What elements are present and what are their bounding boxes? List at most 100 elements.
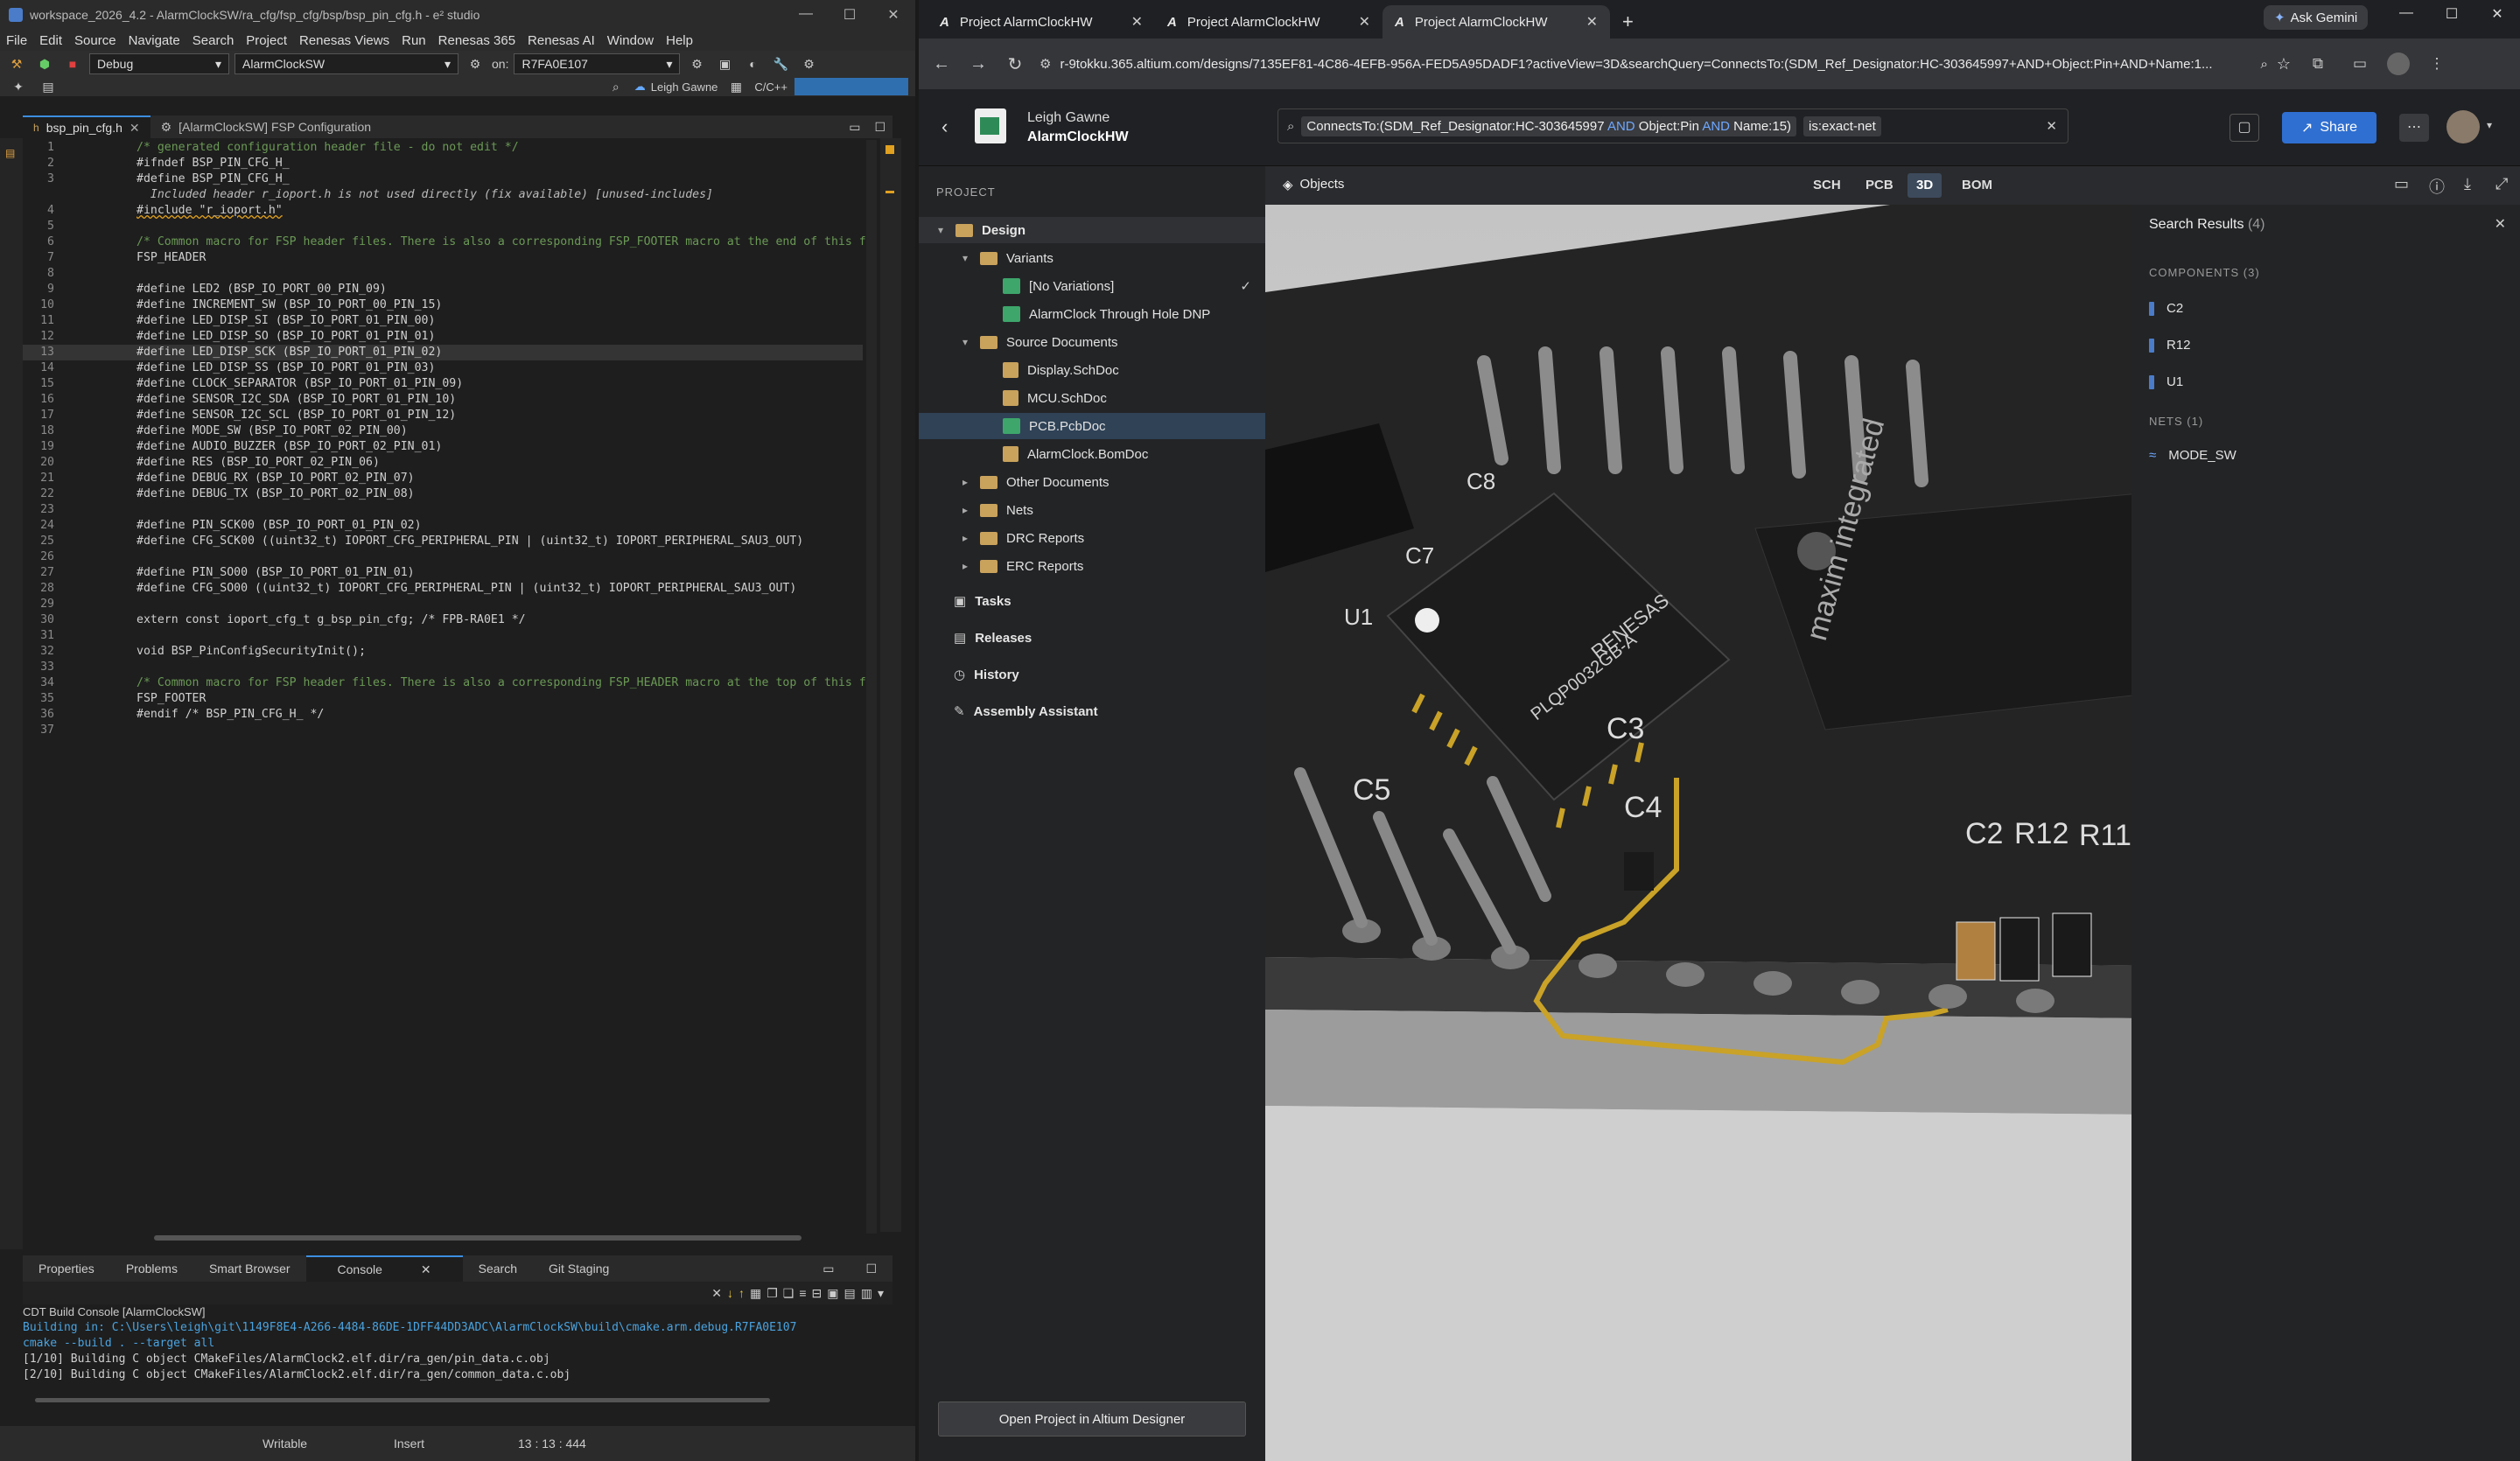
maximize-icon[interactable]: ☐ xyxy=(2429,5,2474,23)
nav-tasks[interactable]: ▣ Tasks xyxy=(954,588,1012,614)
result-component-c2[interactable]: C2 xyxy=(2149,301,2183,316)
warning-marker[interactable] xyxy=(886,191,894,193)
view-sch[interactable]: SCH xyxy=(1804,173,1850,198)
display-console-icon[interactable]: ▣ xyxy=(827,1286,838,1301)
profile-avatar[interactable] xyxy=(2387,52,2410,75)
site-info-icon[interactable]: ⚙ xyxy=(1040,56,1051,72)
close-tab-icon[interactable]: ✕ xyxy=(1359,13,1370,31)
chevron-down-icon[interactable]: ▾ xyxy=(934,224,947,236)
clear-search-icon[interactable]: ✕ xyxy=(2046,118,2057,134)
download-icon[interactable]: ⤓ xyxy=(2464,175,2471,193)
capacitor-c3[interactable] xyxy=(1624,852,1654,891)
close-icon[interactable]: ✕ xyxy=(2474,5,2520,23)
result-component-r12[interactable]: R12 xyxy=(2149,338,2191,353)
close-tab-icon[interactable]: ✕ xyxy=(1131,13,1143,31)
new-tab-icon[interactable]: + xyxy=(1610,5,1646,38)
browser-menu-icon[interactable]: ⋮ xyxy=(2422,55,2452,73)
pcb-3d-viewport[interactable]: maxim integrated PLQP0032GB-A RENESAS C2… xyxy=(1265,205,2140,1461)
objects-button[interactable]: ◈ Objects xyxy=(1283,177,1344,192)
ask-gemini-button[interactable]: ✦ Ask Gemini xyxy=(2264,5,2369,30)
next-error-icon[interactable]: ↓ xyxy=(727,1286,733,1300)
tree-nets[interactable]: ▸ Nets xyxy=(959,497,1033,523)
open-console-icon[interactable]: ▥ xyxy=(861,1286,872,1301)
close-tab-icon[interactable]: ✕ xyxy=(1586,13,1598,31)
browser-tab[interactable]: A Project AlarmClockHW ✕ xyxy=(1155,5,1382,38)
console-menu-icon[interactable]: ▾ xyxy=(878,1286,884,1301)
result-component-u1[interactable]: U1 xyxy=(2149,374,2183,389)
menu-project[interactable]: Project xyxy=(240,33,293,48)
perspective-cpp[interactable]: C/C++ xyxy=(754,80,788,94)
search-query-chip[interactable]: ConnectsTo:(SDM_Ref_Designator:HC-303645… xyxy=(1301,115,1797,136)
tree-variants[interactable]: ▾ Variants xyxy=(959,245,1054,271)
code-editor[interactable]: 1 /* generated configuration header file … xyxy=(23,140,872,1225)
tree-pcb-pcbdoc[interactable]: PCB.PcbDoc xyxy=(919,413,1265,439)
close-results-icon[interactable]: ✕ xyxy=(2495,215,2506,233)
search-box[interactable]: ⌕ ConnectsTo:(SDM_Ref_Designator:HC-3036… xyxy=(1278,108,2068,143)
wrench-icon[interactable]: 🔧 xyxy=(769,54,792,73)
zoom-icon[interactable]: ⌕ xyxy=(2260,57,2267,72)
menu-source[interactable]: Source xyxy=(68,33,122,48)
fsp-perspective-button[interactable] xyxy=(794,78,908,95)
tree-bomdoc[interactable]: AlarmClock.BomDoc xyxy=(1003,441,1148,467)
menu-renesas-views[interactable]: Renesas Views xyxy=(293,33,396,48)
tree-variant-dnp[interactable]: AlarmClock Through Hole DNP xyxy=(1003,301,1210,327)
chevron-down-icon[interactable]: ▾ xyxy=(959,336,971,348)
chevron-right-icon[interactable]: ▸ xyxy=(959,504,971,516)
close-tab-icon[interactable]: ✕ xyxy=(130,121,140,136)
tree-design[interactable]: ▾ Design xyxy=(919,217,1265,243)
console-output[interactable]: CDT Build Console [AlarmClockSW] Buildin… xyxy=(23,1304,889,1392)
tree-drc-reports[interactable]: ▸ DRC Reports xyxy=(959,525,1084,551)
nav-assembly-assistant[interactable]: ✎ Assembly Assistant xyxy=(954,698,1098,724)
open-perspective-icon[interactable]: ▤ xyxy=(37,77,60,96)
menu-run[interactable]: Run xyxy=(396,33,432,48)
tree-no-variations[interactable]: [No Variations] ✓ xyxy=(1003,273,1251,299)
comments-panel-icon[interactable]: ▭ xyxy=(2394,175,2409,193)
tab-problems[interactable]: Problems xyxy=(110,1255,193,1282)
resistor-r12[interactable] xyxy=(1999,917,2040,982)
menu-renesas-365[interactable]: Renesas 365 xyxy=(432,33,522,48)
bookmark-star-icon[interactable]: ☆ xyxy=(2277,55,2291,73)
comments-icon[interactable]: ▢ xyxy=(2230,114,2259,142)
editor-scrollbar[interactable] xyxy=(866,140,877,1234)
tree-source-documents[interactable]: ▾ Source Documents xyxy=(959,329,1118,355)
search-icon[interactable]: ⌕ xyxy=(605,77,627,96)
preferences-icon[interactable]: ⚙ xyxy=(797,54,820,73)
tab-git-staging[interactable]: Git Staging xyxy=(533,1255,625,1282)
url-field[interactable]: ⚙ r-9tokku.365.altium.com/designs/7135EF… xyxy=(1040,50,2291,78)
minimize-icon[interactable]: — xyxy=(784,6,828,24)
tab-properties[interactable]: Properties xyxy=(23,1255,110,1282)
view-bom[interactable]: BOM xyxy=(1953,173,2001,198)
warning-marker[interactable] xyxy=(886,145,894,154)
maximize-panel-icon[interactable]: ☐ xyxy=(850,1255,892,1282)
terminal-icon[interactable]: ▣ xyxy=(713,54,736,73)
browser-tab[interactable]: A Project AlarmClockHW ✕ xyxy=(928,5,1155,38)
target-select[interactable]: R7FA0E107 ▾ xyxy=(514,53,681,74)
close-tab-icon[interactable]: ✕ xyxy=(405,1256,447,1283)
menu-navigate[interactable]: Navigate xyxy=(122,33,186,48)
chevron-right-icon[interactable]: ▸ xyxy=(959,476,971,488)
project-select[interactable]: AlarmClockSW ▾ xyxy=(234,53,458,74)
tab-bsp-pin-cfg[interactable]: h bsp_pin_cfg.h ✕ xyxy=(23,115,150,138)
new-icon[interactable]: ✦ xyxy=(7,77,30,96)
maximize-editor-icon[interactable]: ☐ xyxy=(867,115,892,138)
menu-help[interactable]: Help xyxy=(660,33,699,48)
fullscreen-icon[interactable]: ⤢ xyxy=(2496,175,2508,193)
copy-icon[interactable]: ❐ xyxy=(766,1286,778,1301)
user-badge[interactable]: ☁ Leigh Gawne xyxy=(634,80,718,94)
share-button[interactable]: ↗ Share xyxy=(2282,112,2376,143)
search-filter-chip[interactable]: is:exact-net xyxy=(1803,115,1881,136)
close-icon[interactable]: ✕ xyxy=(872,6,915,24)
menu-renesas-ai[interactable]: Renesas AI xyxy=(522,33,601,48)
forward-icon[interactable]: → xyxy=(966,54,990,74)
tab-search[interactable]: Search xyxy=(463,1255,533,1282)
chevron-down-icon[interactable]: ▾ xyxy=(959,252,971,264)
bookmark-icon[interactable]: ▤ xyxy=(5,147,15,159)
minimize-icon[interactable]: — xyxy=(2384,5,2429,23)
result-net-mode-sw[interactable]: ≈ MODE_SW xyxy=(2149,448,2236,463)
chevron-right-icon[interactable]: ▸ xyxy=(959,560,971,572)
word-wrap-icon[interactable]: ≡ xyxy=(799,1286,806,1300)
tree-erc-reports[interactable]: ▸ ERC Reports xyxy=(959,553,1083,579)
browser-tab-active[interactable]: A Project AlarmClockHW ✕ xyxy=(1382,5,1610,38)
pin-console-icon[interactable]: ⊟ xyxy=(812,1286,822,1301)
view-pcb[interactable]: PCB xyxy=(1857,173,1902,198)
